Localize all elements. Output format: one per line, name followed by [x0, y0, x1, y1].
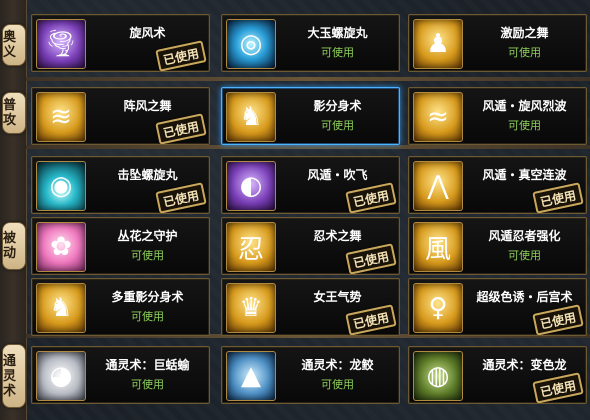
skill-status: 可使用 [131, 310, 164, 323]
skill-name: 超级色诱・后宫术 [476, 290, 573, 304]
fan-icon: ◐ [226, 161, 276, 211]
used-stamp: 已使用 [345, 182, 397, 213]
skill-card[interactable]: ♞ 多重影分身术 可使用 [31, 278, 210, 336]
skill-status: 可使用 [321, 378, 354, 391]
used-stamp: 已使用 [532, 304, 584, 335]
skill-card[interactable]: ◎ 大玉螺旋丸可使用 [221, 14, 400, 72]
skill-card[interactable]: ▲ 通灵术：龙鲛 可使用 [221, 346, 400, 404]
skill-status: 可使用 [131, 378, 164, 391]
category-sidebar: 奥义 普攻 被动 通灵术 [0, 0, 27, 420]
wind-kanji-icon: 風 [413, 222, 463, 272]
rasengan-icon: ◎ [226, 19, 276, 69]
shadow-clone-icon: ♞ [226, 92, 276, 142]
flower-guard-icon: ✿ [36, 222, 86, 272]
used-stamp: 已使用 [532, 182, 584, 213]
skill-name: 影分身术 [313, 99, 362, 113]
skill-card[interactable]: ♀ 超级色诱・后宫术 已使用 [408, 278, 587, 336]
skill-status: 可使用 [508, 119, 541, 132]
skill-status: 可使用 [321, 46, 354, 59]
skill-name: 风遁・吹飞 [307, 168, 368, 182]
side-tab-pugong[interactable]: 普攻 [2, 92, 26, 134]
section-divider [26, 77, 590, 81]
skill-name: 女王气势 [313, 290, 362, 304]
skill-card[interactable]: ◍ 通灵术：变色龙 已使用 [408, 346, 587, 404]
skill-name: 风遁・旋风烈波 [482, 99, 567, 113]
slug-icon: ◕ [36, 351, 86, 401]
skill-name: 旋风术 [129, 26, 166, 40]
gust-dance-icon: ≋ [36, 92, 86, 142]
skill-card[interactable]: ≋ 阵风之舞 已使用 [31, 87, 210, 145]
skill-name: 阵风之舞 [123, 99, 172, 113]
skill-name: 风遁忍者强化 [488, 229, 561, 243]
skill-card[interactable]: 忍 忍术之舞 已使用 [221, 217, 400, 275]
wind-wave-icon: ≈ [413, 92, 463, 142]
skill-card[interactable]: ✿ 丛花之守护可使用 [31, 217, 210, 275]
skill-status: 可使用 [131, 249, 164, 262]
skill-card[interactable]: ◉ 击坠螺旋丸 已使用 [31, 156, 210, 214]
skill-name: 通灵术：巨蛞蝓 [105, 358, 190, 372]
skill-name: 通灵术：变色龙 [482, 358, 567, 372]
skill-card[interactable]: ♟ 激励之舞可使用 [408, 14, 587, 72]
side-tab-label: 被动 [3, 231, 17, 261]
queen-icon: ♛ [226, 283, 276, 333]
skill-status: 可使用 [508, 249, 541, 262]
used-stamp: 已使用 [345, 304, 397, 335]
skill-name: 大玉螺旋丸 [307, 26, 368, 40]
skill-card[interactable]: ≈ 风遁・旋风烈波 可使用 [408, 87, 587, 145]
shark-icon: ▲ [226, 351, 276, 401]
skill-name: 忍术之舞 [313, 229, 362, 243]
skill-card[interactable]: ◕ 通灵术：巨蛞蝓 可使用 [31, 346, 210, 404]
section-divider [26, 145, 590, 149]
side-tab-label: 奥义 [3, 30, 17, 60]
tornado-icon: 🌪 [36, 19, 86, 69]
used-stamp: 已使用 [345, 243, 397, 274]
used-stamp: 已使用 [155, 113, 207, 144]
side-tab-label: 通灵术 [3, 353, 17, 399]
skill-name: 丛花之守护 [117, 229, 178, 243]
skill-card[interactable]: ◐ 风遁・吹飞 已使用 [221, 156, 400, 214]
skill-card[interactable]: ♛ 女王气势 已使用 [221, 278, 400, 336]
chameleon-icon: ◍ [413, 351, 463, 401]
harem-icon: ♀ [413, 283, 463, 333]
skill-card[interactable]: 🌪 旋风术 已使用 [31, 14, 210, 72]
skill-card[interactable]: 風 风遁忍者强化 可使用 [408, 217, 587, 275]
side-tab-aoyi[interactable]: 奥义 [2, 24, 26, 66]
skill-name: 多重影分身术 [111, 290, 184, 304]
dancer-icon: ♟ [413, 19, 463, 69]
used-stamp: 已使用 [155, 40, 207, 71]
multi-clone-icon: ♞ [36, 283, 86, 333]
side-tab-label: 普攻 [3, 98, 17, 128]
skill-name: 风遁・真空连波 [482, 168, 567, 182]
skill-name: 击坠螺旋丸 [117, 168, 178, 182]
skill-status: 可使用 [321, 119, 354, 132]
used-stamp: 已使用 [155, 182, 207, 213]
skill-status: 可使用 [508, 46, 541, 59]
side-tab-beidong[interactable]: 被动 [2, 222, 26, 270]
ninja-scroll-icon: 忍 [226, 222, 276, 272]
skill-card[interactable]: ♞ 影分身术可使用 [221, 87, 400, 145]
falling-rasengan-icon: ◉ [36, 161, 86, 211]
skill-name: 通灵术：龙鲛 [301, 358, 374, 372]
used-stamp: 已使用 [532, 372, 584, 403]
vacuum-wave-icon: ⋀ [413, 161, 463, 211]
skill-card[interactable]: ⋀ 风遁・真空连波 已使用 [408, 156, 587, 214]
side-tab-tonglingshu[interactable]: 通灵术 [2, 344, 26, 408]
skill-name: 激励之舞 [500, 26, 549, 40]
